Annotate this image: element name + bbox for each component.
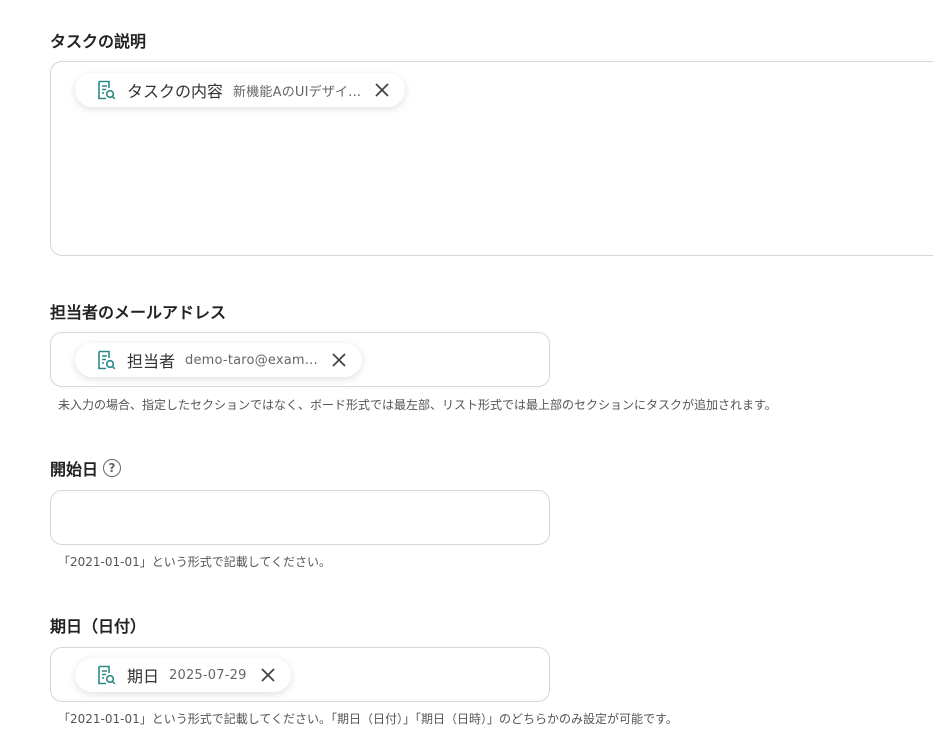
assignee-label: 担当者のメールアドレス xyxy=(50,303,227,322)
start-date-label: 開始日 ? xyxy=(50,456,122,480)
due-date-field[interactable]: 期日 2025-07-29 xyxy=(50,647,550,702)
question-circle-icon[interactable]: ? xyxy=(103,459,122,477)
document-search-icon xyxy=(95,664,117,686)
document-search-icon xyxy=(95,349,117,371)
chip-value: 2025-07-29 xyxy=(169,667,247,683)
chip-label: 期日 xyxy=(127,667,160,686)
due-date-help-text: 「2021-01-01」という形式で記載してください。「期日（日付）」「期日（日… xyxy=(58,712,678,726)
start-date-field[interactable] xyxy=(50,490,550,545)
document-search-icon xyxy=(95,79,117,101)
chip-label: タスクの内容 xyxy=(127,82,224,101)
close-icon[interactable] xyxy=(373,81,391,99)
chip-value: demo-taro@exam... xyxy=(185,352,318,368)
close-icon[interactable] xyxy=(259,666,277,684)
description-chip[interactable]: タスクの内容 新機能AのUIデザイ... xyxy=(75,73,406,107)
assignee-help-text: 未入力の場合、指定したセクションではなく、ボード形式では最左部、リスト形式では最… xyxy=(58,398,777,412)
description-label: タスクの説明 xyxy=(50,32,147,51)
due-date-label: 期日（日付） xyxy=(50,617,147,636)
due-date-chip[interactable]: 期日 2025-07-29 xyxy=(75,658,291,692)
chip-value: 新機能AのUIデザイ... xyxy=(233,84,362,100)
close-icon[interactable] xyxy=(330,351,348,369)
start-date-help-text: 「2021-01-01」という形式で記載してください。 xyxy=(58,555,332,569)
assignee-field[interactable]: 担当者 demo-taro@exam... xyxy=(50,332,550,387)
assignee-chip[interactable]: 担当者 demo-taro@exam... xyxy=(75,343,362,377)
chip-label: 担当者 xyxy=(127,352,176,371)
description-field[interactable]: タスクの内容 新機能AのUIデザイ... xyxy=(50,61,933,256)
